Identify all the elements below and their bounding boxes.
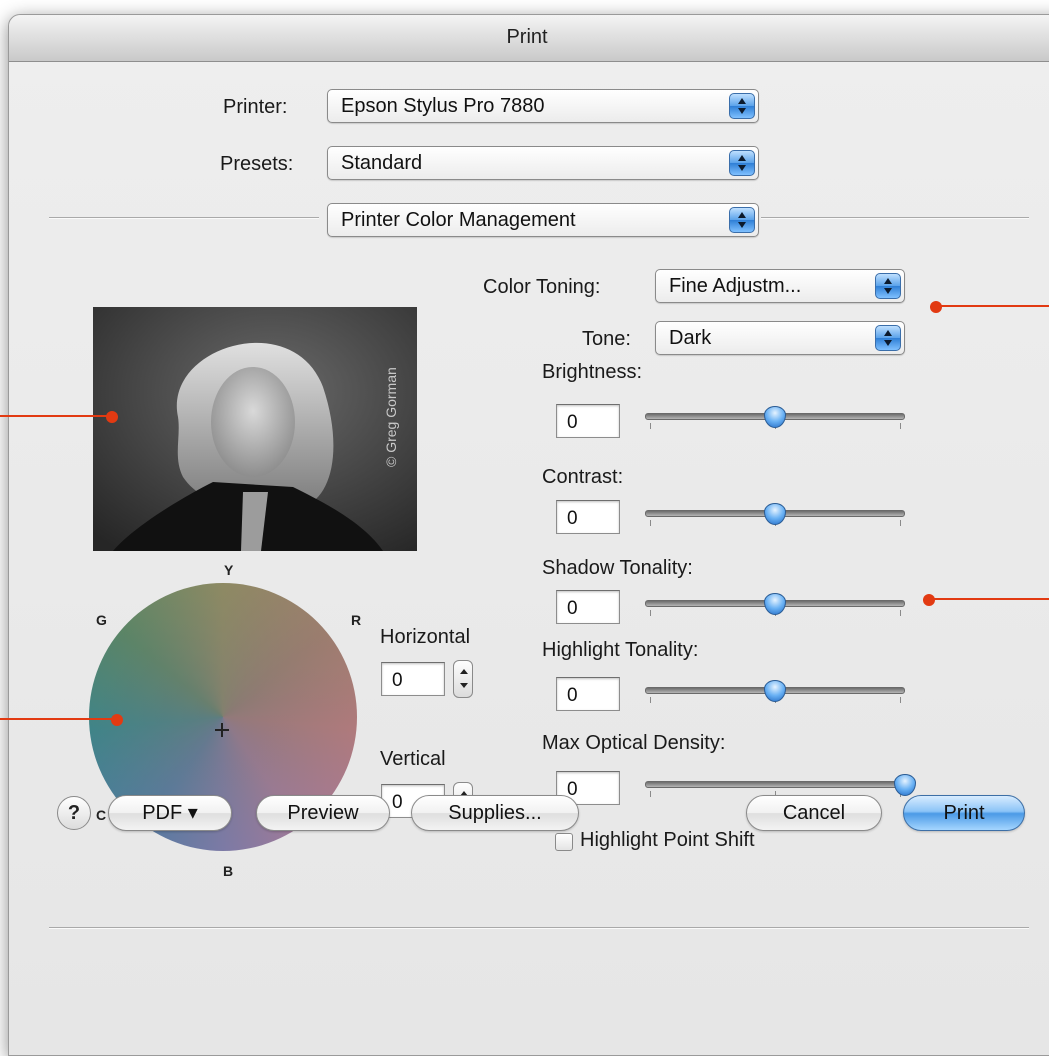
horizontal-stepper[interactable] xyxy=(453,660,473,698)
title-bar[interactable]: Print xyxy=(9,15,1049,62)
cancel-button[interactable]: Cancel xyxy=(746,795,882,831)
panel-value: Printer Color Management xyxy=(341,209,576,231)
slider-thumb[interactable] xyxy=(764,593,786,615)
presets-label: Presets: xyxy=(220,153,294,175)
contrast-slider[interactable] xyxy=(645,498,905,528)
callout-dot-wheel xyxy=(111,714,123,726)
highlight-point-shift-checkbox[interactable] xyxy=(555,833,573,851)
callout-line-photo xyxy=(0,415,112,417)
portrait-image: © Greg Gorman xyxy=(93,307,417,551)
callout-dot-photo xyxy=(106,411,118,423)
highlight-tonality-slider[interactable] xyxy=(645,675,905,705)
contrast-input[interactable]: 0 xyxy=(556,500,620,534)
wheel-label-g: G xyxy=(96,612,107,628)
slider-thumb[interactable] xyxy=(764,503,786,525)
horizontal-label: Horizontal xyxy=(380,626,471,648)
separator-right xyxy=(761,217,1029,219)
wheel-label-y: Y xyxy=(224,562,234,578)
preview-button[interactable]: Preview xyxy=(256,795,390,831)
tone-label: Tone: xyxy=(582,328,631,350)
slider-tick xyxy=(650,520,652,526)
slider-track xyxy=(645,781,905,788)
printer-label: Printer: xyxy=(223,96,288,118)
slider-tick xyxy=(650,791,652,797)
popup-arrows-icon xyxy=(729,93,755,119)
slider-tick xyxy=(650,423,652,429)
tone-popup[interactable]: Dark xyxy=(655,321,905,355)
popup-arrows-icon xyxy=(875,273,901,299)
callout-line-toning xyxy=(936,305,1049,307)
panel-popup[interactable]: Printer Color Management xyxy=(327,203,759,237)
brightness-label: Brightness: xyxy=(542,361,643,383)
shadow-tonality-slider[interactable] xyxy=(645,588,905,618)
popup-arrows-icon xyxy=(729,207,755,233)
printer-value: Epson Stylus Pro 7880 xyxy=(341,95,545,117)
slider-tick xyxy=(650,610,652,616)
wheel-label-b: B xyxy=(223,863,234,879)
window-title: Print xyxy=(506,26,548,48)
slider-thumb[interactable] xyxy=(894,774,916,796)
color-toning-value: Fine Adjustm... xyxy=(669,275,802,297)
horizontal-input[interactable]: 0 xyxy=(381,662,445,696)
max-optical-density-label: Max Optical Density: xyxy=(542,732,726,754)
callout-line-sliders xyxy=(929,598,1049,600)
callout-dot-sliders xyxy=(923,594,935,606)
slider-thumb[interactable] xyxy=(764,406,786,428)
popup-arrows-icon xyxy=(875,325,901,351)
highlight-point-shift-label: Highlight Point Shift xyxy=(580,829,755,851)
color-toning-popup[interactable]: Fine Adjustm... xyxy=(655,269,905,303)
highlight-tonality-label: Highlight Tonality: xyxy=(542,639,699,661)
preview-photo: © Greg Gorman xyxy=(93,307,417,551)
slider-tick xyxy=(899,610,901,616)
wheel-label-r: R xyxy=(351,612,362,628)
help-button[interactable]: ? xyxy=(57,796,91,830)
popup-arrows-icon xyxy=(729,150,755,176)
shadow-tonality-input[interactable]: 0 xyxy=(556,590,620,624)
pdf-button[interactable]: PDF ▾ xyxy=(108,795,232,831)
highlight-tonality-input[interactable]: 0 xyxy=(556,677,620,711)
tone-value: Dark xyxy=(669,327,712,349)
callout-line-wheel xyxy=(0,718,117,720)
printer-popup[interactable]: Epson Stylus Pro 7880 xyxy=(327,89,759,123)
presets-value: Standard xyxy=(341,152,423,174)
color-toning-label: Color Toning: xyxy=(483,276,601,298)
slider-tick xyxy=(899,520,901,526)
slider-tick xyxy=(899,423,901,429)
slider-tick xyxy=(650,697,652,703)
presets-popup[interactable]: Standard xyxy=(327,146,759,180)
bottom-separator xyxy=(49,927,1029,929)
print-dialog: Print Printer: Epson Stylus Pro 7880 Pre… xyxy=(8,14,1049,1056)
separator-left xyxy=(49,217,319,219)
slider-thumb[interactable] xyxy=(764,680,786,702)
photo-credit: © Greg Gorman xyxy=(383,367,399,467)
callout-dot-toning xyxy=(930,301,942,313)
shadow-tonality-label: Shadow Tonality: xyxy=(542,557,693,579)
crosshair-icon xyxy=(215,723,229,737)
supplies-button[interactable]: Supplies... xyxy=(411,795,579,831)
print-button[interactable]: Print xyxy=(903,795,1025,831)
slider-tick xyxy=(899,697,901,703)
vertical-label: Vertical xyxy=(380,748,446,770)
brightness-input[interactable]: 0 xyxy=(556,404,620,438)
brightness-slider[interactable] xyxy=(645,401,905,431)
contrast-label: Contrast: xyxy=(542,466,624,488)
wheel-label-c: C xyxy=(96,807,107,823)
